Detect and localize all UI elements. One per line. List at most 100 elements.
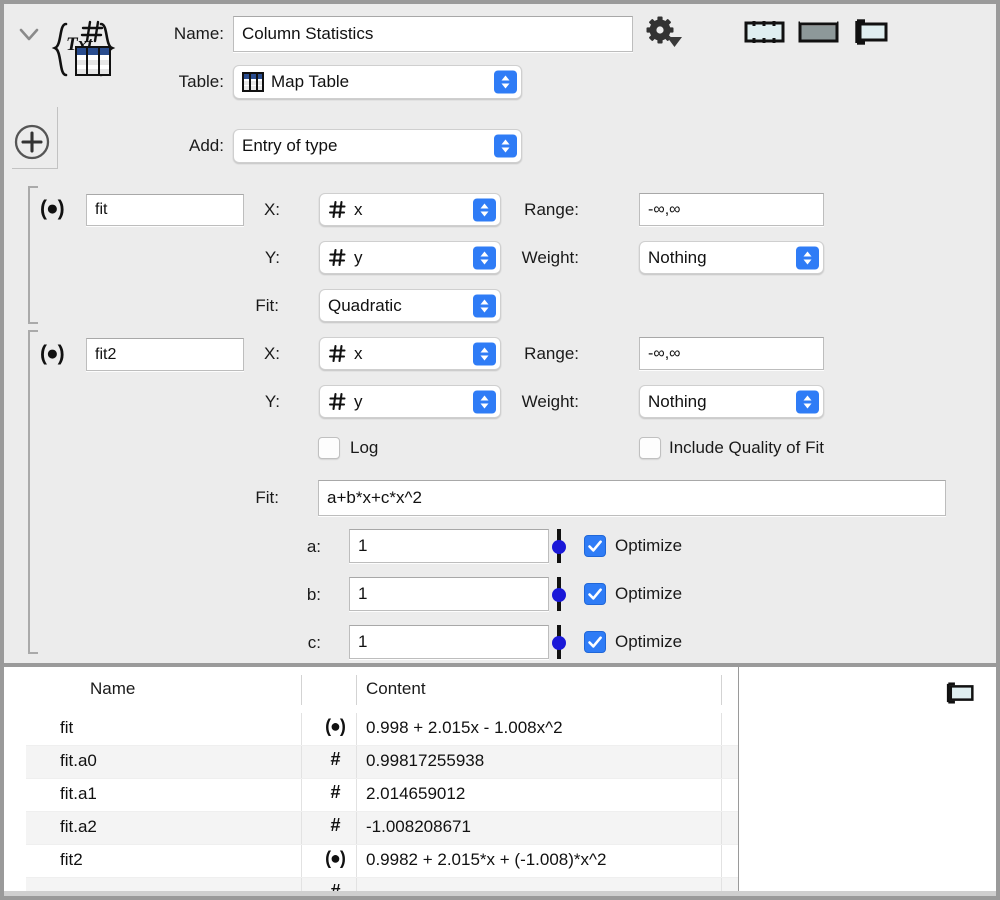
fit-name-value-2: fit2 — [95, 345, 117, 363]
fit-name-value-1: fit — [95, 201, 108, 218]
expression-icon: (●) — [325, 848, 346, 868]
number-icon — [328, 344, 347, 363]
row-separator-2 — [356, 713, 357, 745]
row-name: fit.a0 — [60, 751, 97, 770]
param-b-optimize-label: Optimize — [615, 584, 683, 603]
fit1-x-select[interactable]: x — [319, 193, 501, 226]
panel-bottom-icon[interactable] — [798, 18, 839, 46]
table-row[interactable]: fit.a2 # -1.008208671 — [26, 812, 738, 845]
number-icon: # — [330, 815, 340, 835]
results-pane: Name Content fit (●) 0.998 + 2.015x - 1.… — [0, 663, 1000, 900]
fit-group-bracket-2 — [28, 330, 38, 654]
fit2-x-select[interactable]: x — [319, 337, 501, 370]
param-c-slider-knob[interactable] — [552, 636, 566, 650]
row-separator-3 — [721, 713, 722, 745]
table-select-value: Map Table — [271, 72, 350, 91]
row-separator-3 — [721, 779, 722, 811]
table-row[interactable]: fit (●) 0.998 + 2.015x - 1.008x^2 — [26, 713, 738, 746]
param-b-slider[interactable] — [552, 577, 566, 611]
column-header-name[interactable]: Name — [90, 679, 135, 699]
add-divider-vertical — [57, 107, 58, 169]
fit1-y-label: Y: — [264, 248, 280, 267]
row-separator-1 — [301, 845, 302, 877]
row-separator-2 — [356, 746, 357, 778]
param-c-optimize-label: Optimize — [615, 632, 683, 651]
add-divider-horizontal — [12, 168, 58, 169]
table-row[interactable]: fit.a1 # 2.014659012 — [26, 779, 738, 812]
fit1-fit-value: Quadratic — [328, 295, 402, 315]
column-separator-1[interactable] — [301, 675, 302, 705]
name-input-value: Column Statistics — [242, 24, 374, 43]
param-a-label: a: — [306, 537, 321, 556]
add-entry-icon[interactable] — [12, 122, 52, 162]
param-a-input[interactable]: 1 — [349, 529, 549, 563]
fit1-range-value: -∞,∞ — [648, 200, 681, 218]
table-icon — [242, 72, 264, 92]
panel-full-icon[interactable] — [744, 18, 785, 46]
quality-of-fit-checkbox[interactable] — [639, 437, 661, 459]
fit2-range-label: Range: — [524, 344, 579, 363]
results-table-header: Name Content — [26, 667, 738, 714]
name-input[interactable]: Column Statistics — [233, 16, 633, 52]
expression-icon: (●) — [325, 716, 346, 736]
chevron-updown-icon — [796, 390, 819, 413]
add-type-select[interactable]: Entry of type — [233, 129, 522, 163]
expression-icon: (●) — [40, 197, 65, 220]
param-b-input[interactable]: 1 — [349, 577, 549, 611]
fit1-x-label: X: — [263, 200, 280, 219]
param-a-slider[interactable] — [552, 529, 566, 563]
param-b-label: b: — [306, 585, 321, 604]
add-type-value: Entry of type — [242, 136, 338, 155]
fit1-range-input[interactable]: -∞,∞ — [639, 193, 824, 226]
fit1-weight-select[interactable]: Nothing — [639, 241, 824, 274]
param-a-slider-knob[interactable] — [552, 540, 566, 554]
row-content: 2.014659012 — [366, 784, 466, 803]
chevron-updown-icon — [494, 134, 517, 158]
fit2-range-input[interactable]: -∞,∞ — [639, 337, 824, 370]
fit1-weight-label: Weight: — [521, 248, 579, 267]
param-c-optimize-checkbox[interactable] — [584, 631, 606, 653]
fit2-weight-label: Weight: — [521, 392, 579, 411]
param-b-slider-knob[interactable] — [552, 588, 566, 602]
row-name: fit.a2 — [60, 817, 97, 836]
fit1-range-label: Range: — [524, 200, 579, 219]
fit2-x-label: X: — [263, 344, 280, 363]
fit2-weight-select[interactable]: Nothing — [639, 385, 824, 418]
chevron-updown-icon — [796, 246, 819, 269]
fit2-range-value: -∞,∞ — [648, 344, 681, 362]
table-select[interactable]: Map Table — [233, 65, 522, 99]
fit2-y-value: y — [354, 391, 363, 411]
log-checkbox[interactable] — [318, 437, 340, 459]
table-row[interactable]: fit.a0 # 0.99817255938 — [26, 746, 738, 779]
row-separator-2 — [356, 779, 357, 811]
param-a-value: 1 — [358, 536, 368, 555]
fit2-formula-input[interactable]: a+b*x+c*x^2 — [318, 480, 946, 516]
column-separator-3[interactable] — [721, 675, 722, 705]
fit2-x-value: x — [354, 343, 363, 363]
chevron-down-icon[interactable] — [16, 22, 42, 46]
column-separator-2[interactable] — [356, 675, 357, 705]
row-separator-3 — [721, 845, 722, 877]
row-content: 0.998 + 2.015x - 1.008x^2 — [366, 718, 563, 737]
gear-menu-icon[interactable] — [645, 16, 683, 50]
number-icon: # — [330, 782, 340, 802]
row-separator-1 — [301, 812, 302, 844]
param-a-optimize-checkbox[interactable] — [584, 535, 606, 557]
number-icon — [328, 200, 347, 219]
results-pane-inner: Name Content fit (●) 0.998 + 2.015x - 1.… — [4, 667, 996, 896]
param-c-input[interactable]: 1 — [349, 625, 549, 659]
panel-side-icon[interactable] — [847, 18, 888, 46]
row-content: 0.9982 + 2.015*x + (-1.008)*x^2 — [366, 850, 607, 869]
fit1-fit-select[interactable]: Quadratic — [319, 289, 501, 322]
param-c-slider[interactable] — [552, 625, 566, 659]
chevron-updown-icon — [473, 294, 496, 317]
param-b-optimize-checkbox[interactable] — [584, 583, 606, 605]
table-row[interactable]: fit2 (●) 0.9982 + 2.015*x + (-1.008)*x^2 — [26, 845, 738, 878]
column-header-content[interactable]: Content — [366, 679, 426, 699]
fit2-formula-value: a+b*x+c*x^2 — [327, 488, 422, 507]
panel-side-icon[interactable] — [940, 681, 974, 705]
fit2-y-label: Y: — [264, 392, 280, 411]
number-icon — [328, 248, 347, 267]
fit2-weight-value: Nothing — [648, 391, 707, 411]
row-name: fit — [60, 718, 74, 737]
